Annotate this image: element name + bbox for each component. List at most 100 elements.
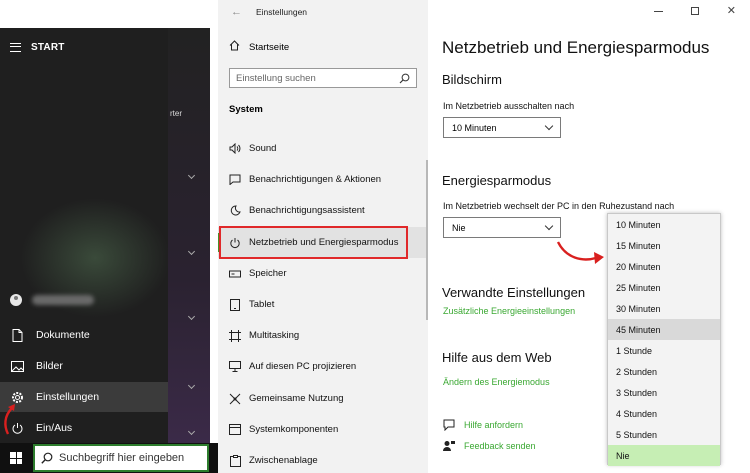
nav-item-multitasking[interactable]: Multitasking [218, 320, 428, 351]
user-name-blurred [32, 295, 94, 305]
nav-item-label: Speicher [249, 268, 287, 279]
dropdown-option[interactable]: 25 Minuten [608, 277, 720, 298]
red-arrow-annotation [4, 404, 15, 435]
sleep-timeout-options-list[interactable]: 10 Minuten 15 Minuten 20 Minuten 25 Minu… [607, 213, 721, 466]
nav-item-label: Multitasking [249, 330, 300, 341]
dropdown-option[interactable]: 4 Stunden [608, 403, 720, 424]
back-arrow-icon[interactable]: ← [231, 6, 242, 18]
clipboard-icon [229, 454, 241, 467]
settings-nav-pane: ← Einstellungen Startseite Einstellung s… [218, 0, 428, 473]
dropdown-option-selected[interactable]: Nie [608, 445, 720, 466]
start-item-label: Bilder [36, 360, 63, 372]
nav-home[interactable]: Startseite [229, 40, 289, 54]
section-heading-related: Verwandte Einstellungen [442, 285, 586, 300]
start-button[interactable] [0, 443, 32, 473]
minimize-icon[interactable] [653, 10, 663, 12]
annotation-highlight-box [219, 226, 408, 259]
start-item-label: Dokumente [36, 329, 90, 341]
avatar[interactable] [10, 294, 22, 306]
moon-icon [229, 205, 241, 217]
dropdown-option[interactable]: 10 Minuten [608, 214, 720, 235]
dropdown-option[interactable]: 15 Minuten [608, 235, 720, 256]
start-item-power[interactable]: Ein/Aus [0, 413, 168, 443]
nav-item-label: Gemeinsame Nutzung [249, 393, 344, 404]
nav-item-tablet[interactable]: Tablet [218, 289, 428, 320]
dropdown-option[interactable]: 1 Stunde [608, 340, 720, 361]
dropdown-option[interactable]: 20 Minuten [608, 256, 720, 277]
section-heading-screen: Bildschirm [442, 72, 502, 87]
nav-item-system-components[interactable]: Systemkomponenten [218, 414, 428, 445]
red-arrow-annotation [556, 241, 604, 264]
dropdown-option[interactable]: 30 Minuten [608, 298, 720, 319]
nav-item-label: Benachrichtigungsassistent [249, 205, 365, 216]
dropdown-option[interactable]: 5 Stunden [608, 424, 720, 445]
document-icon [10, 328, 24, 342]
components-icon [229, 424, 241, 436]
home-icon [229, 40, 240, 54]
user-account[interactable] [10, 294, 94, 306]
nav-item-storage[interactable]: Speicher [218, 258, 428, 289]
windows-logo-icon [10, 452, 22, 464]
start-menu: START rter Dokumente Bilder Einstellunge… [0, 28, 210, 443]
nav-item-label: Zwischenablage [249, 455, 318, 466]
notification-icon [229, 174, 241, 186]
project-icon [229, 361, 241, 373]
start-label: START [31, 41, 65, 53]
page-title: Netzbetrieb und Energiesparmodus [442, 38, 710, 57]
dropdown-option[interactable]: 2 Stunden [608, 361, 720, 382]
chevron-down-icon [544, 221, 554, 231]
nav-item-notifications[interactable]: Benachrichtigungen & Aktionen [218, 164, 428, 195]
screen-timeout-label: Im Netzbetrieb ausschalten nach [443, 101, 575, 111]
feedback-icon [443, 440, 455, 452]
taskbar-search-placeholder: Suchbegriff hier eingeben [59, 452, 185, 464]
tablet-icon [229, 298, 241, 311]
close-icon[interactable]: ✕ [727, 5, 736, 17]
start-menu-header[interactable]: START [10, 40, 65, 54]
speaker-icon [229, 143, 241, 155]
start-item-pictures[interactable]: Bilder [0, 351, 168, 381]
send-feedback-link[interactable]: Feedback senden [443, 440, 536, 452]
nav-item-project[interactable]: Auf diesen PC projizieren [218, 351, 428, 382]
nav-item-clipboard[interactable]: Zwischenablage [218, 445, 428, 473]
sleep-timeout-label: Im Netzbetrieb wechselt der PC in den Ru… [443, 201, 675, 211]
taskbar-search-input[interactable]: Suchbegriff hier eingeben [33, 444, 209, 472]
screen-timeout-value: 10 Minuten [452, 122, 497, 133]
section-heading-help: Hilfe aus dem Web [442, 350, 552, 365]
start-menu-tiles-area [168, 28, 210, 443]
nav-item-shared-experiences[interactable]: Gemeinsame Nutzung [218, 383, 428, 414]
screen-timeout-dropdown[interactable]: 10 Minuten [443, 117, 561, 138]
window-controls: ✕ [640, 0, 750, 22]
search-icon[interactable] [399, 73, 410, 84]
share-icon [229, 393, 241, 405]
help-chat-icon [443, 419, 455, 431]
sleep-timeout-dropdown[interactable]: Nie [443, 217, 561, 238]
settings-search-placeholder: Einstellung suchen [236, 72, 316, 84]
get-help-link[interactable]: Hilfe anfordern [443, 419, 523, 431]
nav-item-label: Sound [249, 143, 277, 154]
nav-item-label: Benachrichtigungen & Aktionen [249, 174, 382, 185]
tile-label-fragment: rter [170, 109, 182, 118]
nav-item-label: Systemkomponenten [249, 424, 339, 435]
nav-item-sound[interactable]: Sound [218, 133, 428, 164]
start-item-label: Einstellungen [36, 391, 100, 403]
start-item-documents[interactable]: Dokumente [0, 320, 168, 350]
chevron-down-icon [544, 121, 554, 131]
send-feedback-label: Feedback senden [464, 441, 536, 451]
pictures-icon [10, 359, 24, 373]
nav-section-title: System [229, 104, 263, 115]
change-power-mode-link[interactable]: Ändern des Energiemodus [443, 377, 550, 387]
nav-item-label: Auf diesen PC projizieren [249, 361, 357, 372]
get-help-label: Hilfe anfordern [464, 420, 524, 430]
nav-item-focus-assist[interactable]: Benachrichtigungsassistent [218, 195, 428, 226]
maximize-icon[interactable] [690, 7, 699, 15]
multitasking-icon [229, 329, 241, 342]
nav-home-label: Startseite [249, 41, 290, 53]
additional-power-settings-link[interactable]: Zusätzliche Energieeinstellungen [443, 306, 575, 316]
nav-item-label: Tablet [249, 299, 275, 310]
start-item-settings[interactable]: Einstellungen [0, 382, 168, 412]
dropdown-option[interactable]: 45 Minuten [608, 319, 720, 340]
hamburger-icon[interactable] [10, 42, 21, 52]
search-icon [41, 452, 53, 464]
settings-search-input[interactable]: Einstellung suchen [229, 68, 417, 88]
dropdown-option[interactable]: 3 Stunden [608, 382, 720, 403]
